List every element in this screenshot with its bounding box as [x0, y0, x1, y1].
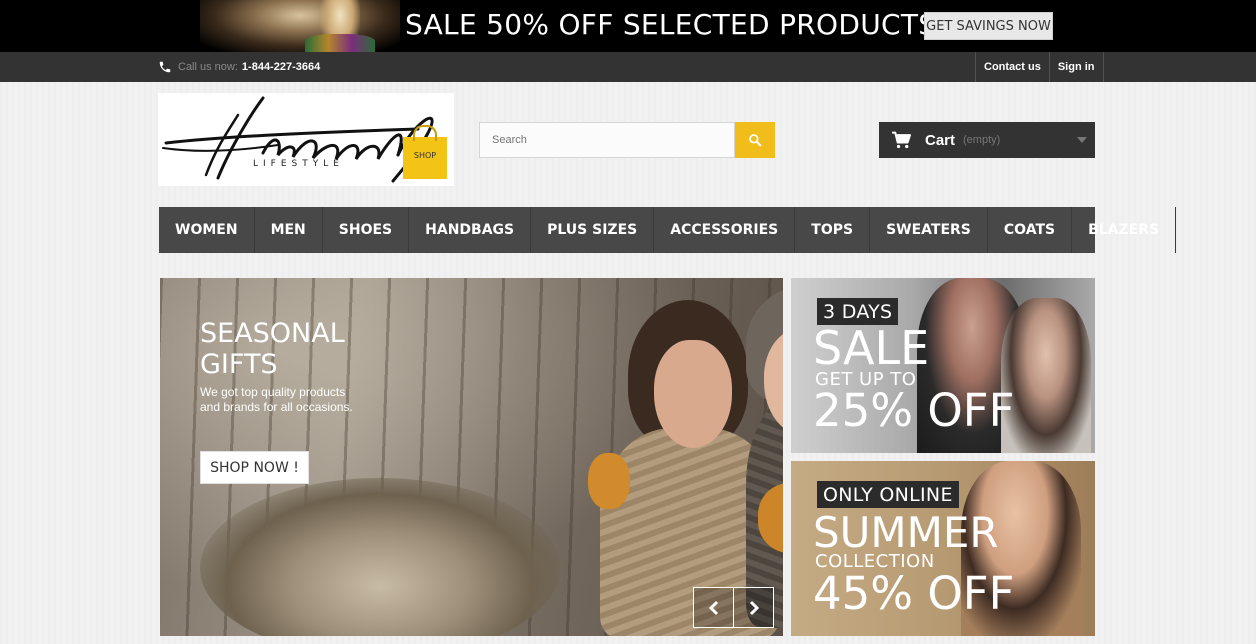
slide-description: We got top quality products and brands f… — [200, 385, 353, 414]
banner-headline: SALE — [813, 321, 930, 375]
menu-item-coats[interactable]: COATS — [988, 207, 1073, 253]
menu-item-men[interactable]: MEN — [255, 207, 323, 253]
slider-next-button[interactable] — [733, 587, 774, 628]
promo-model-image — [200, 0, 400, 52]
cart-icon — [892, 131, 911, 149]
menu-item-tops[interactable]: TOPS — [795, 207, 871, 253]
logo-tagline: LIFESTYLE — [253, 159, 344, 169]
call-us: Call us now: 1-844-227-3664 — [158, 52, 320, 82]
banner-tag: ONLY ONLINE — [817, 481, 959, 508]
cart-label: Cart — [925, 131, 956, 149]
menu-item-shoes[interactable]: SHOES — [323, 207, 410, 253]
summer-collection-banner[interactable]: ONLY ONLINE SUMMER COLLECTION 45% OFF — [791, 461, 1095, 636]
account-links: Contact us Sign in — [975, 52, 1104, 82]
promo-headline: SALE 50% OFF SELECTED PRODUCTS — [405, 8, 937, 41]
menu-item-accessories[interactable]: ACCESSORIES — [654, 207, 796, 253]
phone-icon — [159, 61, 171, 73]
menu-item-handbags[interactable]: HANDBAGS — [409, 207, 532, 253]
menu-item-plus-sizes[interactable]: PLUS SIZES — [531, 207, 655, 253]
chevron-right-icon — [749, 600, 759, 615]
chevron-left-icon — [708, 600, 718, 615]
banner-discount: 25% OFF — [813, 384, 1015, 437]
shopping-bag-icon: SHOP — [403, 125, 447, 179]
model-photo — [654, 340, 732, 448]
menu-item-women[interactable]: WOMEN — [159, 207, 255, 253]
slide-title: SEASONAL GIFTS — [200, 318, 345, 380]
cart-button[interactable]: Cart (empty) — [879, 122, 1095, 158]
search-icon — [749, 134, 762, 147]
bag-label: SHOP — [413, 151, 437, 160]
menu-item-sweaters[interactable]: SWEATERS — [870, 207, 988, 253]
banner-discount: 45% OFF — [813, 567, 1015, 620]
category-menu: WOMEN MEN SHOES HANDBAGS PLUS SIZES ACCE… — [159, 207, 1177, 253]
banner-headline: SUMMER — [813, 508, 999, 557]
search-input[interactable] — [479, 122, 735, 158]
slider-prev-button[interactable] — [693, 587, 734, 628]
shop-now-button[interactable]: SHOP NOW ! — [200, 451, 309, 484]
contact-us-link[interactable]: Contact us — [976, 52, 1050, 82]
top-nav-bar: Call us now: 1-844-227-3664 Contact us S… — [0, 52, 1256, 82]
phone-number: 1-844-227-3664 — [241, 61, 321, 73]
call-label: Call us now: — [178, 61, 238, 73]
promo-banner[interactable]: SALE 50% OFF SELECTED PRODUCTS GET SAVIN… — [0, 0, 1256, 52]
sale-banner[interactable]: 3 DAYS SALE GET UP TO 25% OFF — [791, 278, 1095, 453]
cart-status: (empty) — [963, 134, 1001, 146]
search-button[interactable] — [735, 122, 775, 158]
menu-item-blazers[interactable]: BLAZERS — [1072, 207, 1177, 253]
get-savings-button[interactable]: GET SAVINGS NOW — [924, 12, 1053, 40]
chevron-down-icon — [1077, 137, 1087, 143]
homepage-slider[interactable]: SEASONAL GIFTS We got top quality produc… — [160, 278, 783, 636]
search-bar — [479, 122, 775, 158]
sign-in-link[interactable]: Sign in — [1050, 52, 1104, 82]
store-logo[interactable]: LIFESTYLE SHOP — [158, 93, 454, 186]
slider-controls — [693, 587, 774, 628]
